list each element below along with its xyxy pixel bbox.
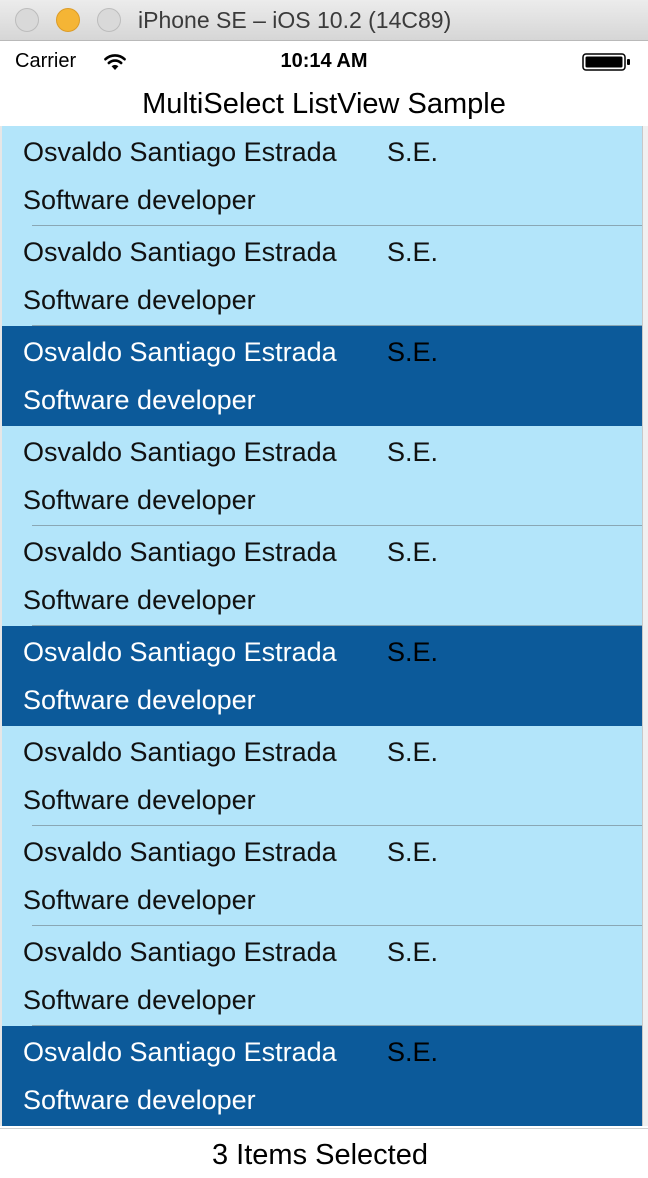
list-item-initials: S.E. bbox=[387, 337, 439, 367]
simulator-window: iPhone SE – iOS 10.2 (14C89) Carrier 10:… bbox=[0, 0, 648, 1178]
list-item-role: Software developer bbox=[23, 485, 256, 515]
list-item-initials: S.E. bbox=[387, 537, 439, 567]
list-item-role: Software developer bbox=[23, 285, 256, 315]
minimize-window-button[interactable] bbox=[56, 8, 80, 32]
list-item-name: Osvaldo Santiago Estrada bbox=[23, 337, 337, 367]
list-item-role: Software developer bbox=[23, 385, 256, 415]
list-item-role: Software developer bbox=[23, 885, 256, 915]
list-item[interactable]: Osvaldo Santiago Estrada S.E. Software dev… bbox=[2, 126, 642, 226]
list-item[interactable]: Osvaldo Santiago Estrada S.E. Software dev… bbox=[2, 526, 642, 626]
window-title: iPhone SE – iOS 10.2 (14C89) bbox=[138, 7, 452, 33]
list-item-initials: S.E. bbox=[387, 837, 439, 867]
list-item-role: Software developer bbox=[23, 585, 256, 615]
list-item-name: Osvaldo Santiago Estrada bbox=[23, 237, 337, 267]
list-item-name: Osvaldo Santiago Estrada bbox=[23, 737, 337, 767]
list-item-initials: S.E. bbox=[387, 237, 439, 267]
list-item[interactable]: Osvaldo Santiago Estrada S.E. Software dev… bbox=[2, 426, 642, 526]
selected-count-label: 3 Items Selected bbox=[212, 1139, 428, 1171]
list-item-name: Osvaldo Santiago Estrada bbox=[23, 537, 337, 567]
page-title: MultiSelect ListView Sample bbox=[142, 88, 506, 120]
list-item-name: Osvaldo Santiago Estrada bbox=[23, 437, 337, 467]
battery-icon bbox=[582, 53, 630, 71]
list-item-role: Software developer bbox=[23, 785, 256, 815]
list-item[interactable]: Osvaldo Santiago Estrada S.E. Software dev… bbox=[2, 1026, 642, 1126]
list-item-name: Osvaldo Santiago Estrada bbox=[23, 137, 337, 167]
list-item[interactable]: Osvaldo Santiago Estrada S.E. Software dev… bbox=[2, 626, 642, 726]
list-item-initials: S.E. bbox=[387, 937, 439, 967]
multiselect-list[interactable]: Osvaldo Santiago Estrada S.E. Software dev… bbox=[2, 126, 642, 1126]
window-title-bar: iPhone SE – iOS 10.2 (14C89) bbox=[0, 0, 648, 41]
zoom-window-button[interactable] bbox=[97, 8, 121, 32]
list-item[interactable]: Osvaldo Santiago Estrada S.E. Software dev… bbox=[2, 326, 642, 426]
list-item-role: Software developer bbox=[23, 685, 256, 715]
list-item-name: Osvaldo Santiago Estrada bbox=[23, 837, 337, 867]
status-clock: 10:14 AM bbox=[280, 50, 368, 72]
list-item-role: Software developer bbox=[23, 1085, 256, 1115]
status-bar: Carrier 10:14 AM bbox=[0, 41, 648, 81]
list-item-initials: S.E. bbox=[387, 737, 439, 767]
list-item-initials: S.E. bbox=[387, 1037, 439, 1067]
navigation-bar: MultiSelect ListView Sample bbox=[0, 81, 648, 126]
list-item-role: Software developer bbox=[23, 985, 256, 1015]
list-item[interactable]: Osvaldo Santiago Estrada S.E. Software dev… bbox=[2, 926, 642, 1026]
list-item-name: Osvaldo Santiago Estrada bbox=[23, 637, 337, 667]
list-item[interactable]: Osvaldo Santiago Estrada S.E. Software dev… bbox=[2, 826, 642, 926]
list-item[interactable]: Osvaldo Santiago Estrada S.E. Software dev… bbox=[2, 226, 642, 326]
list-item-initials: S.E. bbox=[387, 437, 439, 467]
right-edge-background bbox=[642, 126, 648, 1126]
list-item-name: Osvaldo Santiago Estrada bbox=[23, 1037, 337, 1067]
list-item-initials: S.E. bbox=[387, 137, 439, 167]
list-item-role: Software developer bbox=[23, 185, 256, 215]
close-window-button[interactable] bbox=[15, 8, 39, 32]
list-item[interactable]: Osvaldo Santiago Estrada S.E. Software dev… bbox=[2, 726, 642, 826]
list-item-name: Osvaldo Santiago Estrada bbox=[23, 937, 337, 967]
selection-footer: 3 Items Selected bbox=[0, 1128, 648, 1178]
list-item-initials: S.E. bbox=[387, 637, 439, 667]
